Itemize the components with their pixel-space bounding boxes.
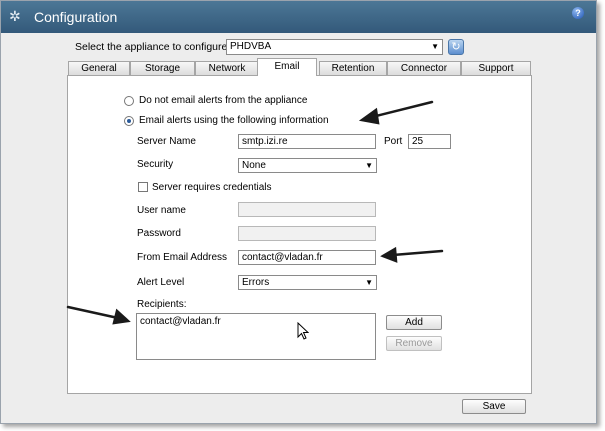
help-icon[interactable]: ? <box>572 7 584 19</box>
use-email-radio[interactable] <box>124 116 134 126</box>
appliance-value: PHDVBA <box>230 41 272 52</box>
mouse-cursor-icon <box>297 322 309 340</box>
port-label: Port <box>384 136 403 147</box>
credentials-label: Server requires credentials <box>152 182 272 193</box>
tab-general[interactable]: General <box>68 61 130 75</box>
alert-level-label: Alert Level <box>137 277 185 288</box>
alert-level-select[interactable]: Errors ▼ <box>238 275 377 290</box>
chevron-down-icon: ▼ <box>431 42 439 51</box>
no-email-radio[interactable] <box>124 96 134 106</box>
security-value: None <box>242 160 266 171</box>
from-email-label: From Email Address <box>137 252 228 263</box>
title-bar: ✲ Configuration ? <box>1 1 596 33</box>
username-input[interactable] <box>238 202 376 217</box>
no-email-label: Do not email alerts from the appliance <box>139 95 308 106</box>
username-label: User name <box>137 205 186 216</box>
tab-retention[interactable]: Retention <box>319 61 387 75</box>
security-select[interactable]: None ▼ <box>238 158 377 173</box>
appliance-label: Select the appliance to configure: <box>75 41 231 53</box>
recipients-textarea[interactable]: contact@vladan.fr <box>136 313 376 360</box>
password-input[interactable] <box>238 226 376 241</box>
save-button[interactable]: Save <box>462 399 526 414</box>
alert-level-value: Errors <box>242 277 270 288</box>
remove-button[interactable]: Remove <box>386 336 442 351</box>
server-name-input[interactable]: smtp.izi.re <box>238 134 376 149</box>
from-email-input[interactable]: contact@vladan.fr <box>238 250 376 265</box>
tab-connector[interactable]: Connector <box>387 61 461 75</box>
tab-support[interactable]: Support <box>461 61 531 75</box>
password-label: Password <box>137 228 181 239</box>
recipients-label: Recipients: <box>137 299 187 310</box>
appliance-select[interactable]: PHDVBA ▼ <box>226 39 443 55</box>
tab-network[interactable]: Network <box>195 61 259 75</box>
gear-icon: ✲ <box>9 8 21 24</box>
chevron-down-icon: ▼ <box>365 161 373 170</box>
server-name-label: Server Name <box>137 136 196 147</box>
tab-email[interactable]: Email <box>257 58 317 76</box>
chevron-down-icon: ▼ <box>365 278 373 287</box>
add-button[interactable]: Add <box>386 315 442 330</box>
use-email-label: Email alerts using the following informa… <box>139 115 329 126</box>
security-label: Security <box>137 159 174 170</box>
credentials-checkbox[interactable] <box>138 182 148 192</box>
tab-storage[interactable]: Storage <box>130 61 195 75</box>
configuration-window: ✲ Configuration ? Select the appliance t… <box>0 0 597 424</box>
refresh-icon[interactable]: ↻ <box>448 39 464 55</box>
window-title: Configuration <box>34 9 118 25</box>
port-input[interactable]: 25 <box>408 134 451 149</box>
